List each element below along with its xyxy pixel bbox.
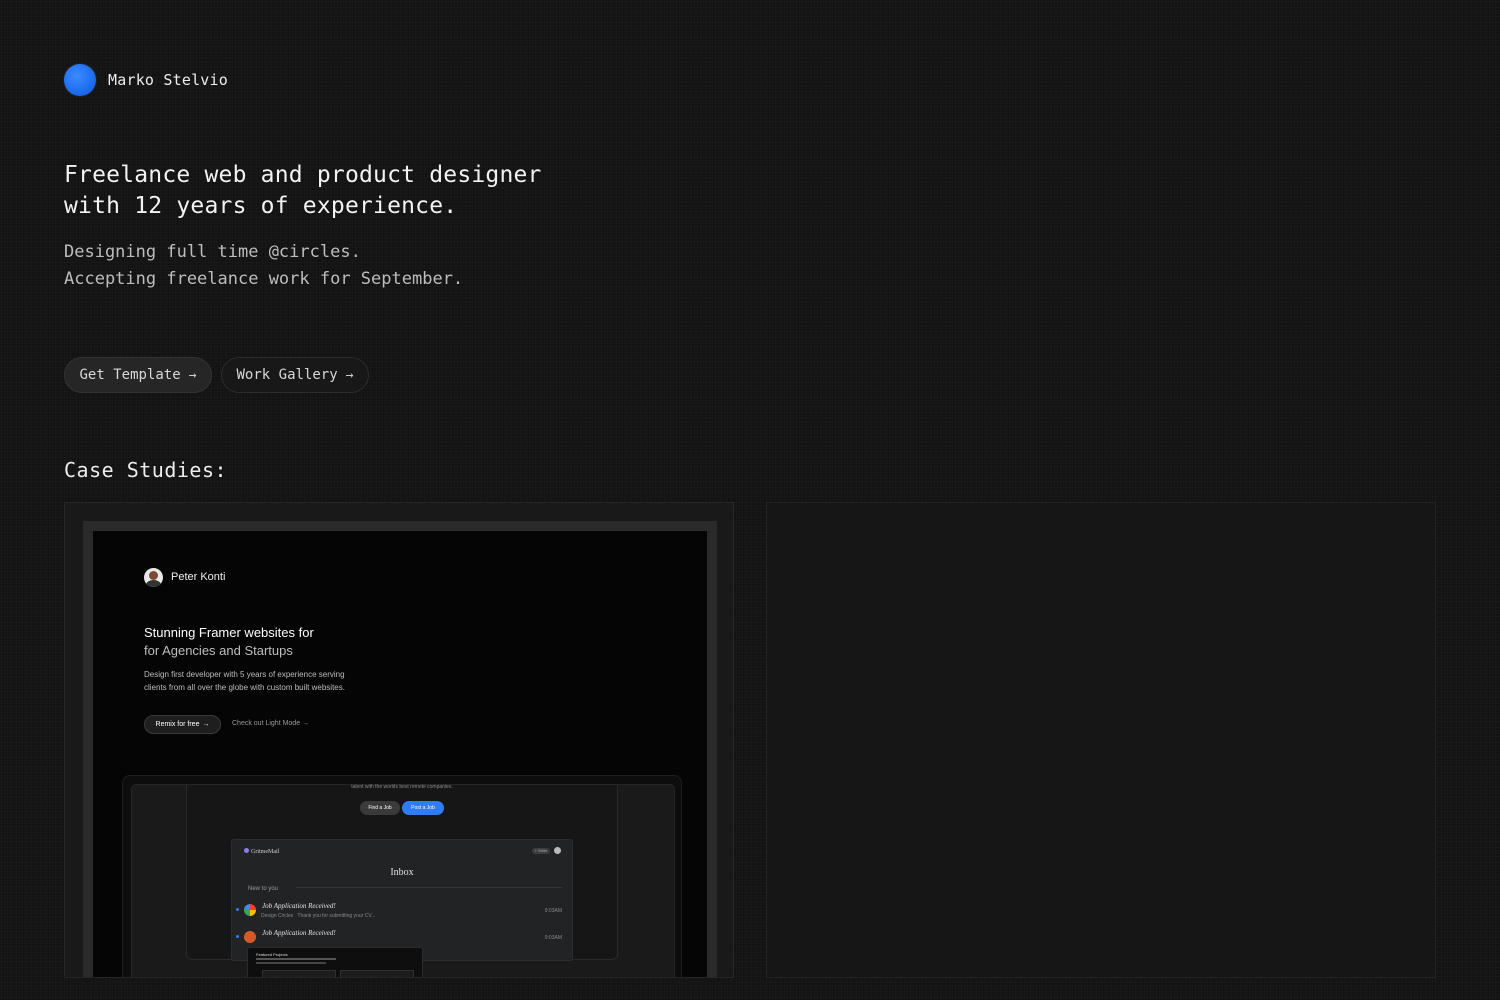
preview-featured-label: Featured Projects xyxy=(256,952,288,957)
preview-remix-label: Remix for free xyxy=(155,721,200,728)
preview-tablet-screen: talent with the worlds best remote compa… xyxy=(131,784,675,977)
preview-featured-card: Featured Projects xyxy=(247,947,423,977)
preview-description: Design first developer with 5 years of e… xyxy=(144,668,345,694)
preview-mail-from: Design Circles xyxy=(261,913,294,919)
preview-mail-subject: Job Application Received! xyxy=(262,929,336,937)
work-gallery-label: Work Gallery xyxy=(236,367,338,383)
preview-mail-window: GritmeMail + Write Inbox New to you Job … xyxy=(231,839,573,961)
preview-light-mode-label: Check out Light Mode xyxy=(232,720,301,727)
preview-mail-user-icon xyxy=(554,847,561,854)
unread-dot-icon xyxy=(236,908,239,911)
brand[interactable]: Marko Stelvio xyxy=(64,64,228,96)
preview-avatar xyxy=(144,568,163,587)
arrow-right-icon: → xyxy=(302,720,310,727)
hero-headline-line1: Freelance web and product designer xyxy=(64,162,542,188)
preview-description-line1: Design first developer with 5 years of e… xyxy=(144,670,345,679)
preview-mail-divider xyxy=(296,887,562,888)
preview-thumbnail xyxy=(340,970,414,977)
preview-headline: Stunning Framer websites for for Agencie… xyxy=(144,624,314,660)
preview-name: Peter Konti xyxy=(171,571,226,583)
arrow-right-icon: → xyxy=(202,721,210,728)
hero-subtitle: Designing full time @circles. Accepting … xyxy=(64,239,463,293)
case-study-preview: Peter Konti Stunning Framer websites for… xyxy=(93,531,707,977)
preview-post-job-button: Post a Job xyxy=(402,801,444,815)
get-template-label: Get Template xyxy=(79,367,181,383)
case-study-preview-frame: Peter Konti Stunning Framer websites for… xyxy=(83,521,717,977)
preview-mail-snippet: Thank you for submitting your CV... xyxy=(297,913,376,919)
preview-mail-meta: Design Circles Thank you for submitting … xyxy=(261,913,375,919)
hero-subtitle-line1: Designing full time @circles. xyxy=(64,242,361,262)
preview-find-job-button: Find a Job xyxy=(360,801,400,815)
preview-light-mode-link: Check out Light Mode → xyxy=(232,720,309,727)
hero-headline: Freelance web and product designer with … xyxy=(64,160,542,222)
preview-headline-line2: for Agencies and Startups xyxy=(144,643,293,658)
preview-tablet: talent with the worlds best remote compa… xyxy=(122,775,682,977)
arrow-right-icon: → xyxy=(345,367,354,383)
preview-text-line xyxy=(256,962,326,964)
preview-mail-subject: Job Application Received! xyxy=(262,902,336,910)
preview-mail-logo: GritmeMail xyxy=(244,848,279,855)
preview-talent-text: talent with the worlds best remote compa… xyxy=(351,784,453,790)
preview-headline-line1: Stunning Framer websites for xyxy=(144,625,314,640)
preview-mail-new-label: New to you xyxy=(248,886,279,892)
brand-name: Marko Stelvio xyxy=(108,71,228,89)
hero-headline-line2: with 12 years of experience. xyxy=(64,193,458,219)
preview-remix-button: Remix for free → xyxy=(144,715,221,734)
hero-subtitle-line2: Accepting freelance work for September. xyxy=(64,269,464,289)
unread-dot-icon xyxy=(236,935,239,938)
sender-avatar-icon xyxy=(244,904,256,916)
case-studies-title: Case Studies: xyxy=(64,458,228,482)
arrow-right-icon: → xyxy=(188,367,197,383)
sender-avatar-icon xyxy=(244,931,256,943)
preview-text-line xyxy=(256,958,336,960)
case-study-card[interactable] xyxy=(766,502,1436,978)
preview-thumbnail xyxy=(262,970,336,977)
preview-mail-row: Job Application Received! 9:03AM xyxy=(236,927,562,949)
preview-mail-row: Job Application Received! Design Circles… xyxy=(236,900,562,922)
avatar xyxy=(64,64,96,96)
preview-mail-time: 9:03AM xyxy=(544,908,562,914)
preview-mail-write-button: + Write xyxy=(532,848,550,854)
case-study-card[interactable]: Peter Konti Stunning Framer websites for… xyxy=(64,502,734,978)
work-gallery-button[interactable]: Work Gallery → xyxy=(221,357,369,393)
preview-mail-time: 9:03AM xyxy=(544,935,562,941)
get-template-button[interactable]: Get Template → xyxy=(64,357,212,393)
preview-mail-inbox-title: Inbox xyxy=(390,867,414,878)
preview-description-line2: clients from all over the globe with cus… xyxy=(144,683,345,692)
